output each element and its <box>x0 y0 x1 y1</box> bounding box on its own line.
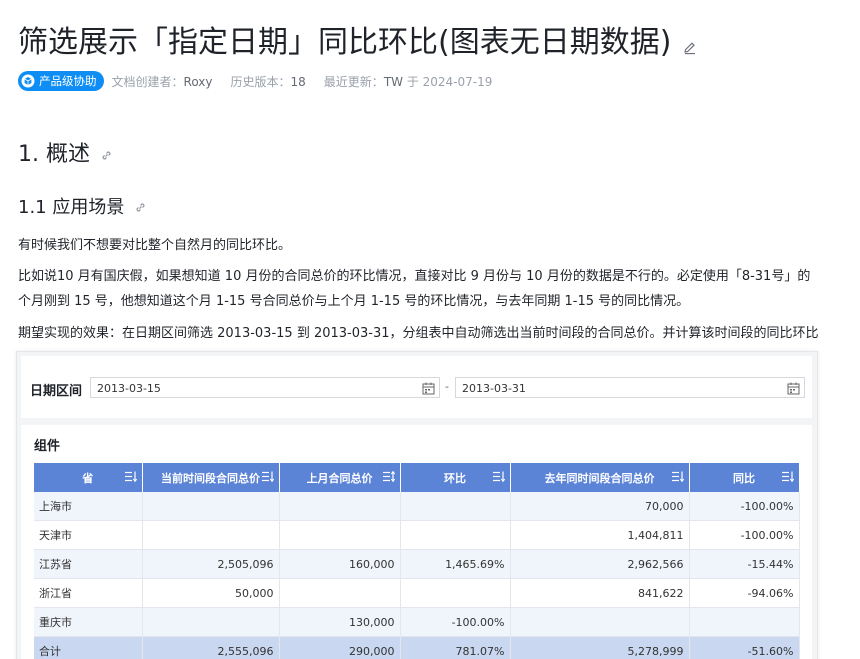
cell-current-total: 2,505,096 <box>142 549 280 579</box>
sort-icon[interactable] <box>382 470 395 485</box>
cell-yoy: -15.44% <box>689 549 800 579</box>
cell-last-month <box>279 520 401 550</box>
last-updated-info: 最近更新：TW 于 2024-07-19 <box>323 74 493 89</box>
paragraph: 个月刚到 15 号，他想知道这个月 1-15 号合同总价与上个月 1-15 号的… <box>18 294 690 309</box>
updated-date: 于 2024-07-19 <box>403 74 493 89</box>
cell-mom <box>400 520 511 550</box>
cell-last-month: 160,000 <box>279 549 401 579</box>
cell-current-total <box>142 520 280 550</box>
document-meta: 产品级协助 文档创建者：Roxy 历史版本：18 最近更新：TW 于 2024-… <box>18 71 510 91</box>
anchor-link-icon[interactable] <box>100 141 113 171</box>
document-page: 筛选展示「指定日期」同比环比(图表无日期数据) 产品级协助 文档创建者：Roxy… <box>0 0 860 659</box>
cell-mom: -100.00% <box>400 607 511 637</box>
paragraph: 比如说10 月有国庆假，如果想知道 10 月份的合同总价的环比情况，直接对比 9… <box>18 269 811 284</box>
cell-province: 江苏省 <box>34 549 143 579</box>
cell-current-total: 2,555,096 <box>142 636 280 659</box>
calendar-icon[interactable] <box>422 381 435 402</box>
cell-last-year: 841,622 <box>510 578 690 608</box>
updated-by[interactable]: TW <box>384 75 403 89</box>
cell-province: 浙江省 <box>34 578 143 608</box>
paragraph: 期望实现的效果：在日期区间筛选 2013-03-15 到 2013-03-31，… <box>18 326 819 341</box>
date-separator: - <box>445 380 449 393</box>
date-range-label: 日期区间 <box>30 384 83 399</box>
cell-last-year <box>510 607 690 637</box>
version-number[interactable]: 18 <box>291 75 306 89</box>
product-assist-badge[interactable]: 产品级协助 <box>18 71 104 91</box>
cell-mom: 781.07% <box>400 636 511 659</box>
table-header-row: 省 当前时间段合同总价 上月合同总价 环比 去年同时间段合同总价 同比 <box>34 463 800 492</box>
cell-last-month: 290,000 <box>279 636 401 659</box>
column-header-yoy[interactable]: 同比 <box>689 463 800 492</box>
sort-icon[interactable] <box>124 471 137 485</box>
embedded-screenshot: 日期区间 2013-03-15 - 2013-03-31 组件 省 当前时间段合… <box>16 351 818 659</box>
table-row[interactable]: 天津市 1,404,811 -100.00% <box>34 520 800 550</box>
cell-yoy: -51.60% <box>689 636 800 659</box>
panel-title: 组件 <box>34 439 61 454</box>
sort-icon[interactable] <box>492 471 505 485</box>
cell-last-month <box>279 578 401 608</box>
column-header-last-year[interactable]: 去年同时间段合同总价 <box>510 463 690 492</box>
cell-current-total: 50,000 <box>142 578 280 608</box>
section-heading-scenario: 1.1 应用场景 <box>18 193 147 222</box>
cell-mom <box>400 578 511 608</box>
column-header-province[interactable]: 省 <box>34 463 143 492</box>
badge-label: 产品级协助 <box>39 74 97 88</box>
cell-current-total <box>142 492 280 521</box>
creator-info: 文档创建者：Roxy <box>111 74 213 89</box>
column-header-last-month[interactable]: 上月合同总价 <box>279 463 401 492</box>
anchor-link-icon[interactable] <box>134 196 147 222</box>
creator-name[interactable]: Roxy <box>184 75 213 89</box>
cell-province: 天津市 <box>34 520 143 550</box>
section-heading-overview: 1. 概述 <box>18 138 113 171</box>
cell-yoy: -94.06% <box>689 578 800 608</box>
cell-yoy <box>689 607 800 637</box>
version-info: 历史版本：18 <box>230 74 306 89</box>
edit-pencil-icon[interactable] <box>683 26 697 66</box>
cell-last-month <box>279 492 401 521</box>
sort-icon[interactable] <box>671 471 684 485</box>
cell-province: 合计 <box>34 636 143 659</box>
cell-mom <box>400 492 511 521</box>
sort-icon[interactable] <box>261 471 274 485</box>
document-title-text: 筛选展示「指定日期」同比环比(图表无日期数据) <box>18 25 672 60</box>
date-filter-bar: 日期区间 2013-03-15 - 2013-03-31 <box>21 356 812 418</box>
cell-last-month: 130,000 <box>279 607 401 637</box>
paragraph: 有时候我们不想要对比整个自然月的同比环比。 <box>18 238 292 253</box>
sort-icon[interactable] <box>781 471 794 485</box>
cell-current-total <box>142 607 280 637</box>
cell-province: 上海市 <box>34 492 143 521</box>
table-row[interactable]: 江苏省 2,505,096 160,000 1,465.69% 2,962,56… <box>34 549 800 579</box>
cell-last-year: 5,278,999 <box>510 636 690 659</box>
cell-last-year: 2,962,566 <box>510 549 690 579</box>
column-header-current-total[interactable]: 当前时间段合同总价 <box>142 463 280 492</box>
table-total-row[interactable]: 合计 2,555,096 290,000 781.07% 5,278,999 -… <box>34 636 800 659</box>
cell-mom: 1,465.69% <box>400 549 511 579</box>
table-row[interactable]: 上海市 70,000 -100.00% <box>34 492 800 521</box>
end-date-input[interactable]: 2013-03-31 <box>455 377 805 398</box>
column-header-mom[interactable]: 环比 <box>400 463 511 492</box>
document-title: 筛选展示「指定日期」同比环比(图表无日期数据) <box>18 20 697 66</box>
table-row[interactable]: 浙江省 50,000 841,622 -94.06% <box>34 578 800 608</box>
cell-province: 重庆市 <box>34 607 143 637</box>
calendar-icon[interactable] <box>787 381 800 402</box>
start-date-input[interactable]: 2013-03-15 <box>90 377 440 398</box>
cell-last-year: 1,404,811 <box>510 520 690 550</box>
component-panel: 组件 省 当前时间段合同总价 上月合同总价 环比 去年同时间段合同总价 同比 上… <box>21 425 812 659</box>
cell-yoy: -100.00% <box>689 520 800 550</box>
grouped-table: 省 当前时间段合同总价 上月合同总价 环比 去年同时间段合同总价 同比 上海市 … <box>34 463 800 659</box>
cell-last-year: 70,000 <box>510 492 690 521</box>
cube-icon <box>21 74 35 88</box>
cell-yoy: -100.00% <box>689 492 800 521</box>
table-row[interactable]: 重庆市 130,000 -100.00% <box>34 607 800 637</box>
